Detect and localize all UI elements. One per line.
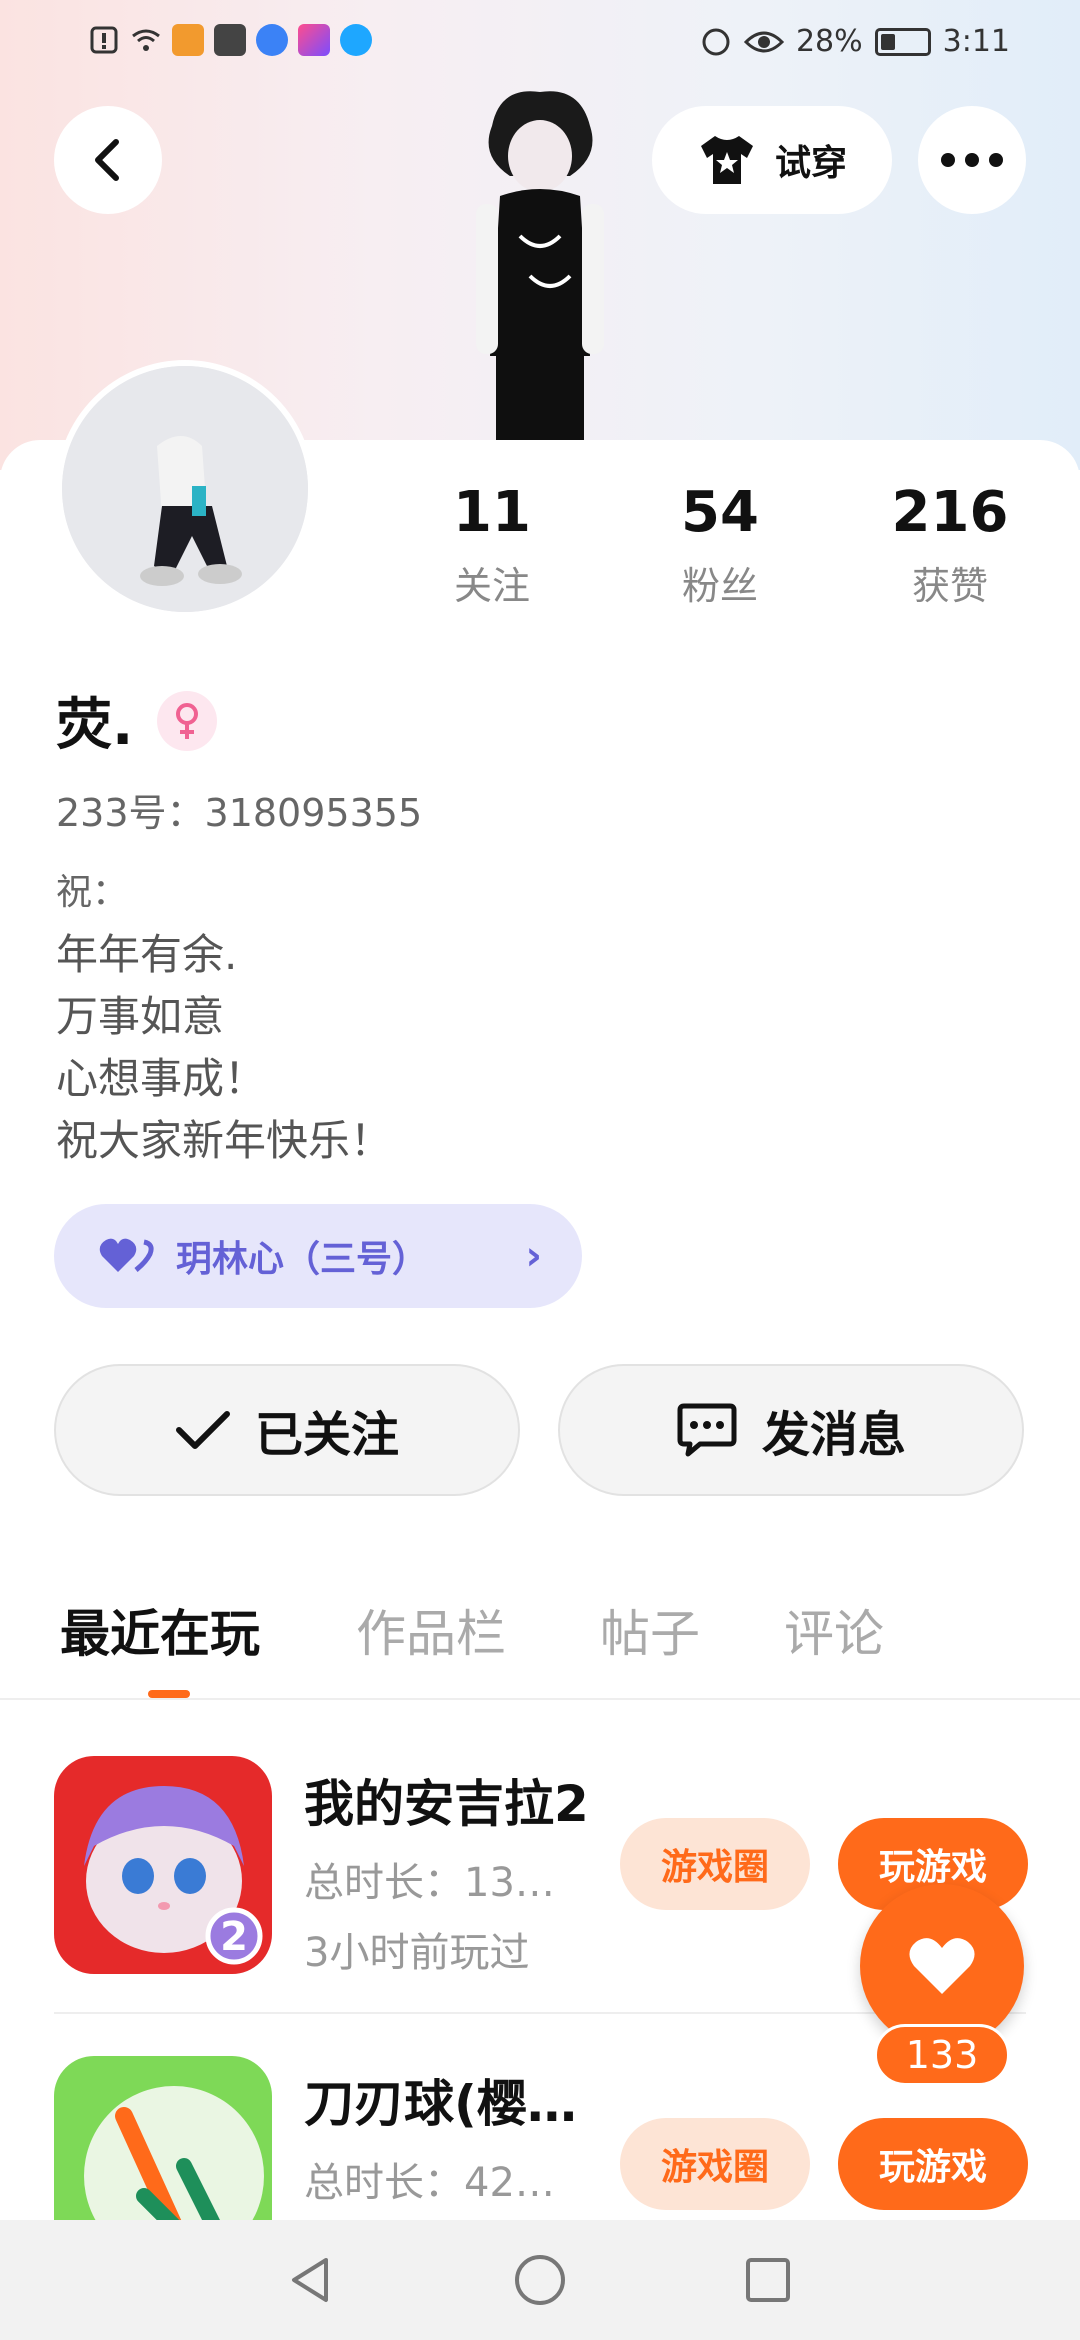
- message-button[interactable]: 发消息: [558, 1364, 1024, 1496]
- check-icon: [175, 1411, 230, 1449]
- heart-icon: [909, 1938, 975, 1994]
- chat-icon: [677, 1403, 737, 1457]
- user-name: 荧.: [56, 693, 134, 758]
- play-game-button[interactable]: 玩游戏: [838, 2118, 1028, 2210]
- tab-posts[interactable]: 帖子: [600, 1594, 700, 1666]
- user-id: 233号：318095355: [56, 791, 423, 835]
- tab-works[interactable]: 作品栏: [356, 1594, 506, 1666]
- clock: 3:11: [942, 24, 1010, 59]
- fan-group-label: 玥林心（三号）: [176, 1239, 429, 1280]
- chevron-right-icon: ›: [525, 1233, 542, 1279]
- stat-fans[interactable]: 54 粉丝: [640, 480, 800, 610]
- battery-percent: 28%: [795, 24, 863, 59]
- nav-recents-icon[interactable]: [738, 2250, 798, 2310]
- game-icon-angela[interactable]: 2: [54, 1756, 272, 1974]
- game-title: 我的安吉拉2: [304, 1775, 589, 1833]
- svg-text:2: 2: [220, 1914, 248, 1960]
- tshirt-icon: [700, 136, 753, 184]
- system-status: 28% 3:11: [700, 24, 1010, 59]
- bio-line: 年年有余.: [56, 930, 238, 979]
- dressed-avatar-figure: [440, 86, 640, 446]
- game-circle-button[interactable]: 游戏圈: [620, 1818, 810, 1910]
- followed-button[interactable]: 已关注: [54, 1364, 520, 1496]
- user-bio: 祝： 年年有余. 万事如意 心想事成！ 祝大家新年快乐！: [56, 862, 392, 1172]
- bio-line: 心想事成！: [56, 1054, 267, 1103]
- tab-indicator: [148, 1690, 190, 1698]
- stat-value: 54: [681, 480, 759, 545]
- game-last-played: 3小时前玩过: [304, 1930, 530, 1976]
- double-heart-icon: [99, 1238, 154, 1272]
- nav-home-icon[interactable]: [510, 2250, 570, 2310]
- avatar-image: [62, 366, 308, 612]
- tab-recent-play[interactable]: 最近在玩: [60, 1594, 260, 1666]
- nfc-icon: [702, 28, 730, 55]
- game-title: 刀刃球(樱…: [304, 2075, 577, 2133]
- try-on-label: 试穿: [774, 143, 847, 184]
- nav-back-icon[interactable]: [280, 2250, 340, 2310]
- more-button[interactable]: [918, 106, 1026, 214]
- game-circle-button[interactable]: 游戏圈: [620, 2118, 810, 2210]
- female-icon: [157, 690, 218, 751]
- more-dots-icon: [941, 153, 1003, 167]
- game-total-time: 总时长：42…: [304, 2160, 555, 2206]
- profile-tabs: 最近在玩 作品栏 帖子 评论: [0, 1580, 1080, 1700]
- user-name-row: 荧.: [56, 680, 218, 761]
- notification-icons: [88, 24, 372, 56]
- stat-label: 获赞: [911, 564, 988, 608]
- stat-value: 216: [891, 480, 1009, 545]
- back-button[interactable]: [54, 106, 162, 214]
- avatar[interactable]: [56, 360, 314, 618]
- back-arrow-icon: [95, 139, 119, 181]
- eye-icon: [743, 31, 784, 52]
- play-app-icon: [298, 24, 330, 56]
- wifi-icon: [132, 29, 160, 51]
- bio-line: 祝大家新年快乐！: [56, 1116, 393, 1165]
- browser-app-icon: [256, 24, 288, 56]
- stat-label: 关注: [453, 564, 530, 608]
- message-label: 发消息: [761, 1407, 906, 1463]
- game-total-time: 总时长：13…: [304, 1860, 555, 1906]
- bio-line: 万事如意: [56, 992, 225, 1041]
- video-app-icon: [172, 24, 204, 56]
- stat-likes[interactable]: 216 获赞: [870, 480, 1030, 610]
- search-app-icon: [340, 24, 372, 56]
- fan-group-button[interactable]: 玥林心（三号） ›: [54, 1204, 582, 1308]
- tab-comments[interactable]: 评论: [784, 1594, 884, 1666]
- like-count: 133: [874, 2024, 1010, 2086]
- status-bar: 28% 3:11: [0, 0, 1080, 86]
- battery-icon: [874, 27, 931, 56]
- stat-following[interactable]: 11 关注: [412, 480, 572, 610]
- mail-app-icon: [214, 24, 246, 56]
- stat-label: 粉丝: [681, 564, 758, 608]
- bio-line: 祝：: [56, 872, 129, 913]
- system-nav-bar: [0, 2220, 1080, 2340]
- followed-label: 已关注: [254, 1407, 399, 1463]
- try-on-button[interactable]: 试穿: [652, 106, 892, 214]
- alert-icon: [90, 26, 118, 54]
- stat-value: 11: [453, 480, 531, 545]
